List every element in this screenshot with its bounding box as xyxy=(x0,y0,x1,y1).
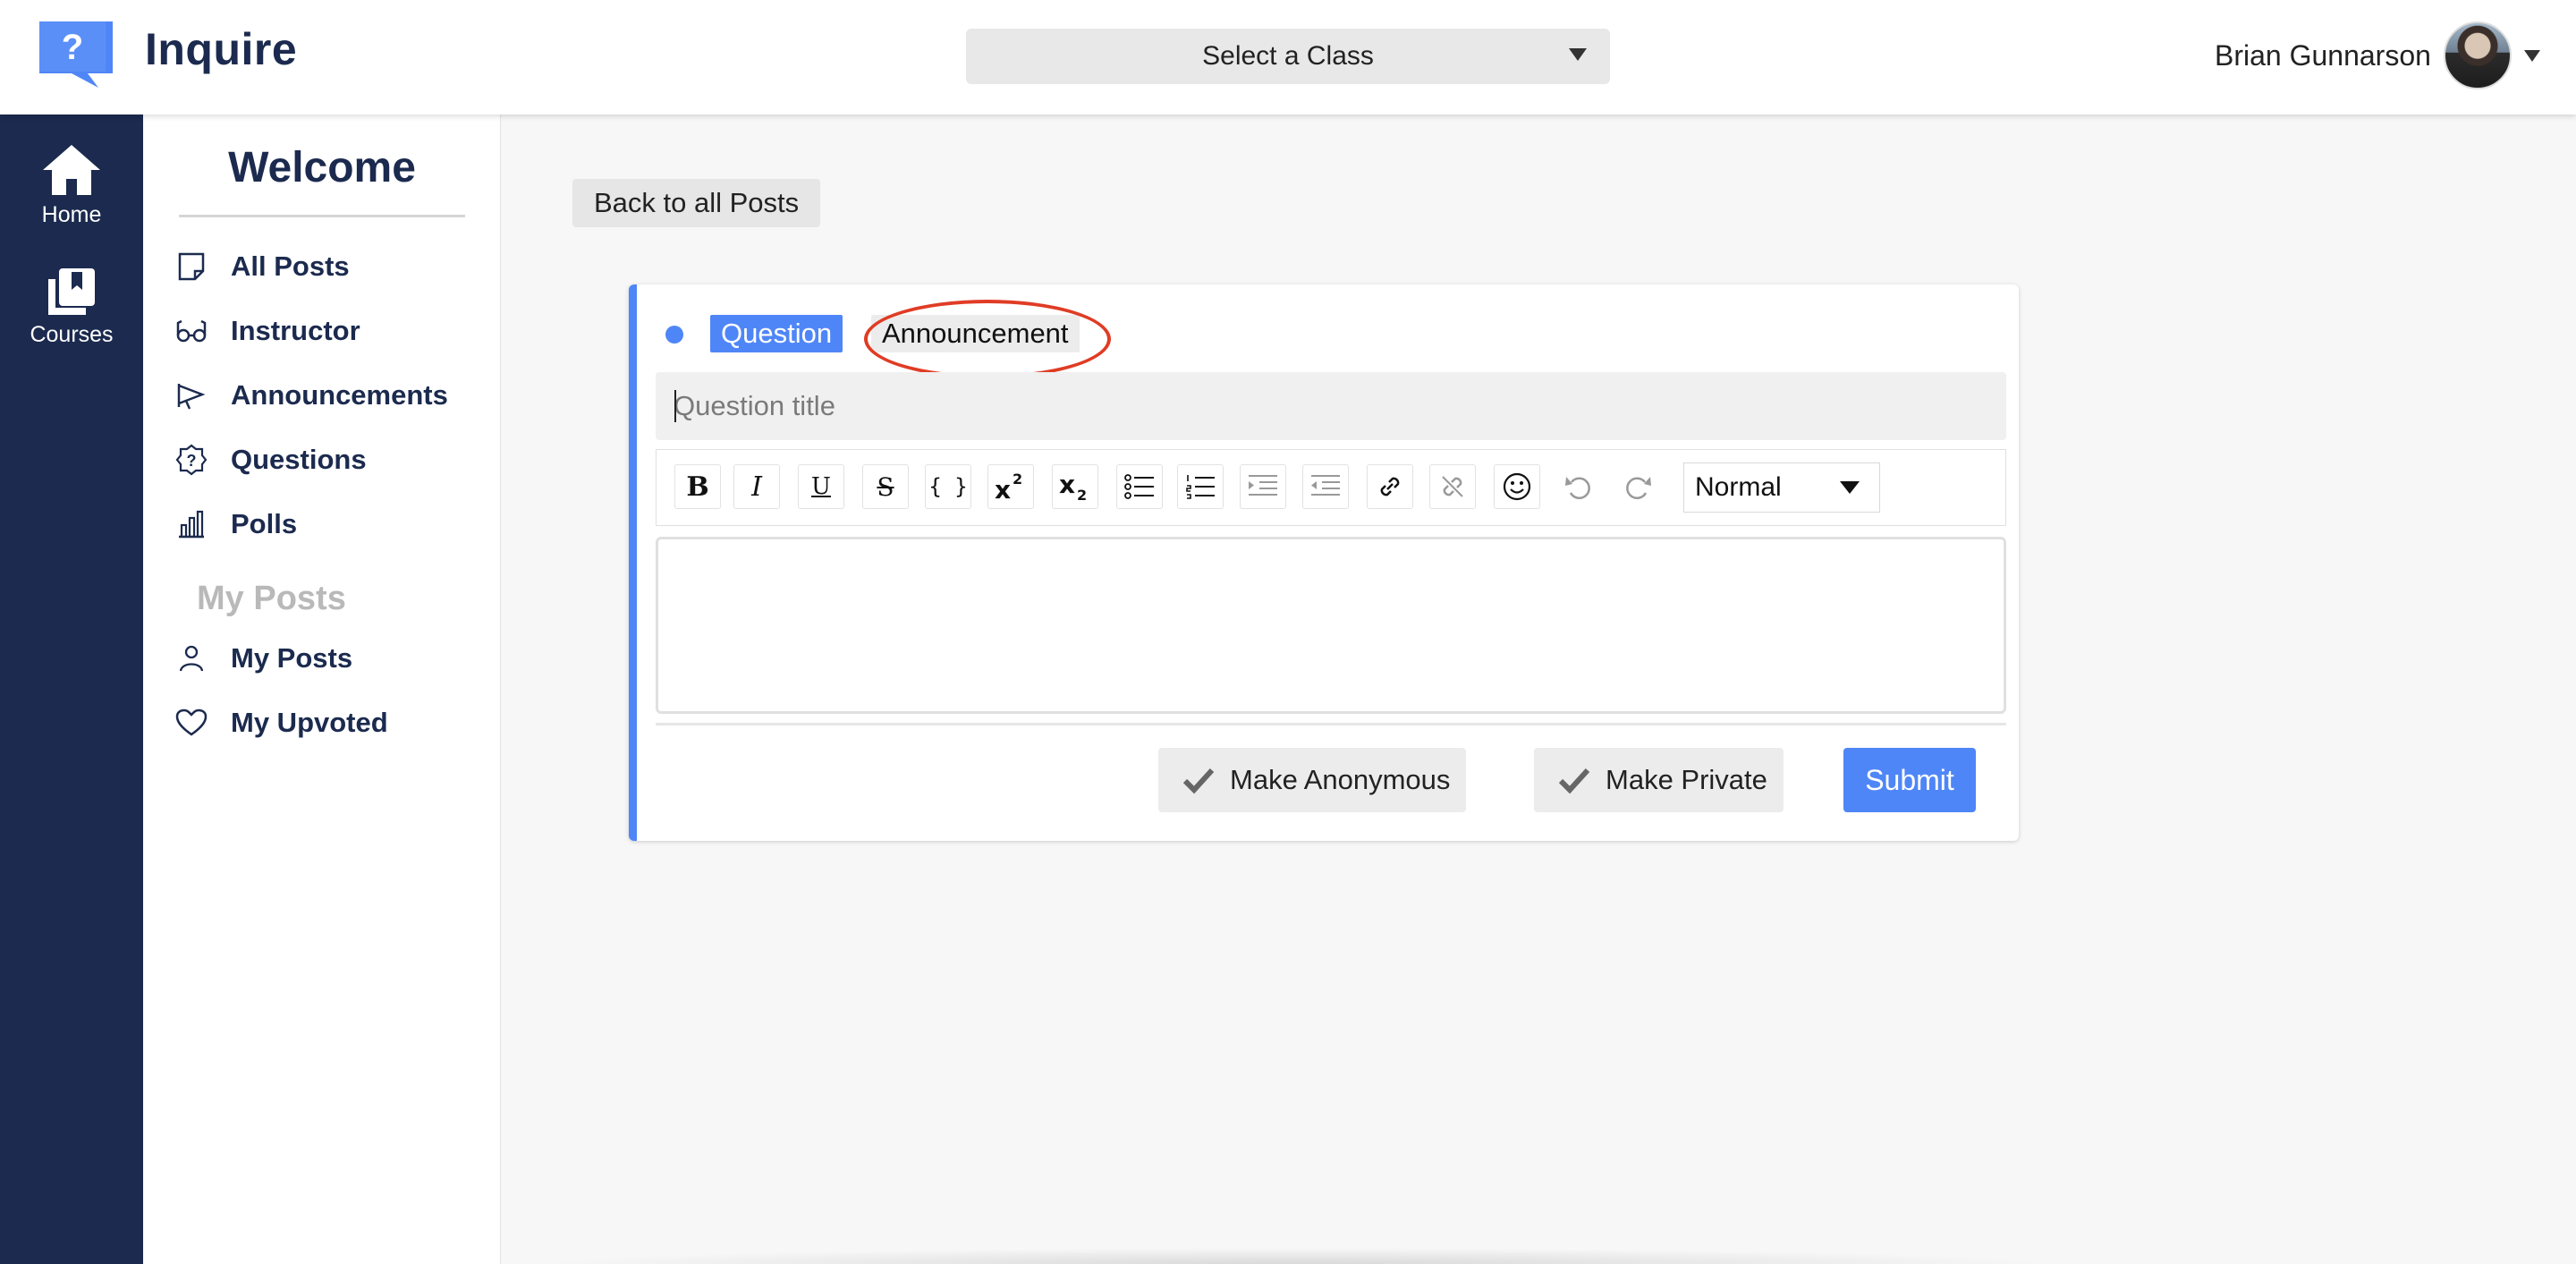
redo-button[interactable] xyxy=(1615,464,1662,509)
sidebar-item-label: My Posts xyxy=(231,642,353,674)
superscript-icon: x2 xyxy=(995,471,1022,502)
top-bar: ? Inquire Select a Class Brian Gunnarson xyxy=(0,0,2576,115)
submit-button[interactable]: Submit xyxy=(1843,748,1976,812)
sidebar-item-instructor[interactable]: Instructor xyxy=(174,311,360,351)
question-title-input[interactable] xyxy=(656,372,2006,440)
bullet-list-button[interactable] xyxy=(1116,464,1163,509)
megaphone-icon xyxy=(174,378,209,413)
rail-item-label: Courses xyxy=(30,322,114,347)
editor-toolbar: B I U S { } x2 x2 Normal xyxy=(656,449,2006,526)
sidebar-item-my-upvoted[interactable]: My Upvoted xyxy=(174,703,388,742)
bold-button[interactable]: B xyxy=(674,464,721,509)
sidebar-item-label: Instructor xyxy=(231,315,360,346)
inquire-logo-icon[interactable]: ? xyxy=(36,18,116,89)
italic-button[interactable]: I xyxy=(733,464,780,509)
rail-item-home[interactable]: Home xyxy=(0,141,143,228)
app-title: Inquire xyxy=(145,24,298,74)
make-anonymous-button[interactable]: Make Anonymous xyxy=(1158,748,1467,812)
bar-chart-icon xyxy=(174,506,209,542)
undo-button[interactable] xyxy=(1555,464,1601,509)
person-icon xyxy=(174,640,209,676)
svg-text:2: 2 xyxy=(1013,471,1022,488)
sidebar-welcome-heading: Welcome xyxy=(228,144,416,191)
divider xyxy=(179,215,465,217)
unlink-button[interactable] xyxy=(1429,464,1476,509)
user-name[interactable]: Brian Gunnarson xyxy=(2215,39,2431,72)
home-icon xyxy=(43,145,100,195)
underline-button[interactable]: U xyxy=(798,464,844,509)
svg-text:?: ? xyxy=(187,452,197,470)
question-badge-icon: ? xyxy=(174,442,209,478)
chevron-down-icon xyxy=(1569,48,1587,61)
checkmark-icon xyxy=(1182,768,1215,794)
checkmark-icon xyxy=(1558,768,1590,794)
back-to-all-posts-button[interactable]: Back to all Posts xyxy=(572,179,821,227)
svg-text:?: ? xyxy=(62,28,83,67)
redo-icon xyxy=(1626,477,1651,499)
svg-text:2: 2 xyxy=(1077,487,1087,502)
make-private-label: Make Private xyxy=(1606,764,1767,795)
numbered-list-button[interactable] xyxy=(1177,464,1224,509)
subscript-button[interactable]: x2 xyxy=(1052,464,1098,509)
post-type-indicator-icon xyxy=(665,326,683,344)
rail-item-courses[interactable]: Courses xyxy=(0,267,143,348)
make-private-button[interactable]: Make Private xyxy=(1534,748,1784,812)
superscript-button[interactable]: x2 xyxy=(987,464,1034,509)
emoji-button[interactable] xyxy=(1494,464,1540,509)
unlink-icon xyxy=(1442,476,1463,497)
sidebar-item-label: All Posts xyxy=(231,250,350,282)
sidebar-item-my-posts[interactable]: My Posts xyxy=(174,639,352,678)
sidebar-item-polls[interactable]: Polls xyxy=(174,505,297,544)
heart-icon xyxy=(174,705,209,741)
sidebar-item-label: My Upvoted xyxy=(231,707,388,738)
tab-question[interactable]: Question xyxy=(710,315,843,352)
post-body-editor[interactable] xyxy=(656,537,2006,714)
make-anonymous-label: Make Anonymous xyxy=(1230,764,1451,795)
text-cursor xyxy=(674,390,676,422)
app-rail: Home Courses xyxy=(0,115,143,1264)
user-menu-chevron-down-icon[interactable] xyxy=(2524,50,2540,62)
glasses-icon xyxy=(174,313,209,349)
sidebar-item-label: Questions xyxy=(231,444,367,475)
bullet-list-icon xyxy=(1124,474,1154,499)
my-posts-section-heading: My Posts xyxy=(197,580,346,617)
code-button[interactable]: { } xyxy=(925,464,971,509)
class-select-dropdown[interactable]: Select a Class xyxy=(966,29,1610,84)
indent-icon xyxy=(1249,475,1277,496)
text-format-label: Normal xyxy=(1695,472,1782,502)
avatar[interactable] xyxy=(2444,21,2512,89)
svg-text:x: x xyxy=(995,475,1011,502)
courses-icon xyxy=(48,268,95,315)
sidebar-item-label: Polls xyxy=(231,508,298,539)
class-select-label: Select a Class xyxy=(1202,41,1374,71)
link-icon xyxy=(1380,477,1400,496)
numbered-list-icon xyxy=(1186,475,1215,499)
rail-item-label: Home xyxy=(41,202,102,227)
note-icon xyxy=(174,249,209,284)
divider xyxy=(656,723,2006,725)
sidebar-item-questions[interactable]: ? Questions xyxy=(174,440,367,479)
page-bottom-shadow xyxy=(537,1248,2057,1264)
sidebar-item-all-posts[interactable]: All Posts xyxy=(174,247,350,286)
subscript-icon: x2 xyxy=(1059,471,1087,502)
text-format-dropdown[interactable]: Normal xyxy=(1683,462,1880,513)
new-post-card: Question Announcement B I U S { } x2 x2 xyxy=(629,284,2019,841)
outdent-button[interactable] xyxy=(1302,464,1349,509)
emoji-icon xyxy=(1503,472,1531,501)
strikethrough-button[interactable]: S xyxy=(862,464,909,509)
annotation-highlight-ellipse xyxy=(864,300,1111,378)
link-button[interactable] xyxy=(1367,464,1413,509)
svg-text:x: x xyxy=(1059,471,1075,499)
sidebar-item-label: Announcements xyxy=(231,379,448,411)
indent-button[interactable] xyxy=(1240,464,1286,509)
sidebar-item-announcements[interactable]: Announcements xyxy=(174,376,448,415)
outdent-icon xyxy=(1311,475,1340,496)
undo-icon xyxy=(1565,477,1590,499)
chevron-down-icon xyxy=(1840,481,1860,494)
sidebar: Welcome All Posts Instructor Announcemen… xyxy=(143,115,501,1264)
